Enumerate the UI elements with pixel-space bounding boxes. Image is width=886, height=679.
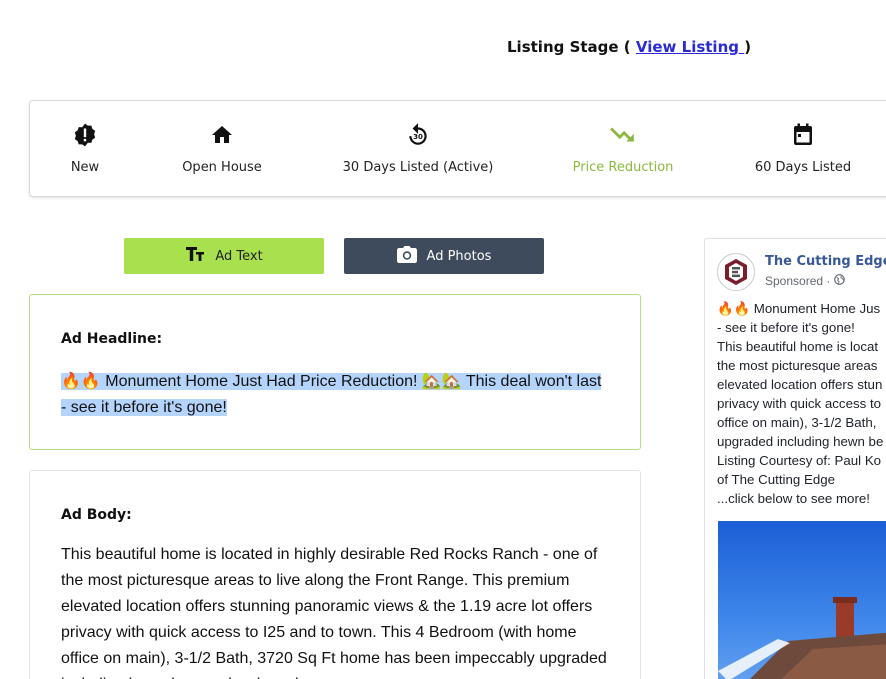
fb-ad-line: office on main), 3-1/2 Bath, [717,415,877,430]
stage-label: 30 Days Listed (Active) [342,160,494,175]
home-icon [210,121,234,149]
fb-page-name[interactable]: The Cutting Edge, [765,254,886,269]
stage-price-reduction[interactable]: Price Reduction [570,101,676,196]
calendar-icon [791,121,815,149]
stage-label: New [70,160,100,175]
fb-ad-line: upgraded including hewn be [717,434,884,449]
fb-ad-line: privacy with quick access to [717,396,882,411]
page-logo [717,253,755,291]
fb-ad-text: 🔥🔥 Monument Home Jus - see it before it'… [717,299,886,508]
fb-ad-line: - see it before it's gone! [717,320,855,335]
svg-text:30: 30 [413,132,423,141]
fb-sponsored-row: Sponsored · [765,274,846,288]
ad-body-card: Ad Body: This beautiful home is located … [29,470,641,679]
fb-ad-line: This beautiful home is locat [717,339,879,354]
listing-stage-close: ) [744,38,752,56]
stage-label: Open House [182,160,262,175]
ad-photos-tab-label: Ad Photos [426,248,492,264]
ad-headline-text[interactable]: 🔥🔥 Monument Home Just Had Price Reductio… [61,369,606,421]
trending-down-icon [610,121,636,149]
fb-ad-line: Listing Courtesy of: Paul Ko [717,453,882,468]
ad-headline-title: Ad Headline: [61,331,163,347]
stage-label: 60 Days Listed [754,160,852,175]
ad-headline-selected-text: 🔥🔥 Monument Home Just Had Price Reductio… [61,373,602,416]
stage-label: Price Reduction [572,160,674,175]
fb-sponsored-label: Sponsored · [765,274,831,288]
fb-ad-photo[interactable] [718,521,886,679]
stage-30-days[interactable]: 30 30 Days Listed (Active) [340,101,496,196]
fb-ad-line: ...click below to see more! [717,491,870,506]
stage-new[interactable]: New [60,101,110,196]
stage-open-house[interactable]: Open House [176,101,268,196]
listing-stages-bar: New Open House 30 30 Days Listed (Active… [29,100,886,197]
fb-ad-line: of The Cutting Edge [717,472,836,487]
view-listing-link[interactable]: View Listing [636,38,744,56]
ad-body-text[interactable]: This beautiful home is located in highly… [61,542,613,679]
ad-headline-card: Ad Headline: 🔥🔥 Monument Home Just Had P… [29,294,641,450]
ad-text-tab-label: Ad Text [215,248,263,264]
fb-ad-line: 🔥🔥 Monument Home Jus [717,301,881,316]
text-format-icon [185,246,205,266]
replay-30-icon: 30 [405,121,431,149]
ad-text-tab[interactable]: Ad Text [124,238,324,274]
listing-stage-heading: Listing Stage ( View Listing ) [507,38,751,56]
ad-body-title: Ad Body: [61,507,132,523]
stage-60-days[interactable]: 60 Days Listed [753,101,853,196]
globe-icon [834,274,846,288]
facebook-ad-preview: The Cutting Edge, Sponsored · 🔥🔥 Monumen… [704,238,886,679]
fb-ad-line: the most picturesque areas [717,358,878,373]
fb-ad-line: elevated location offers stun [717,377,883,392]
camera-icon [396,245,417,267]
ad-photos-tab[interactable]: Ad Photos [344,238,544,274]
alert-badge-icon [72,121,98,149]
listing-stage-label: Listing Stage ( [507,38,636,56]
house-photo-illustration [718,597,886,679]
